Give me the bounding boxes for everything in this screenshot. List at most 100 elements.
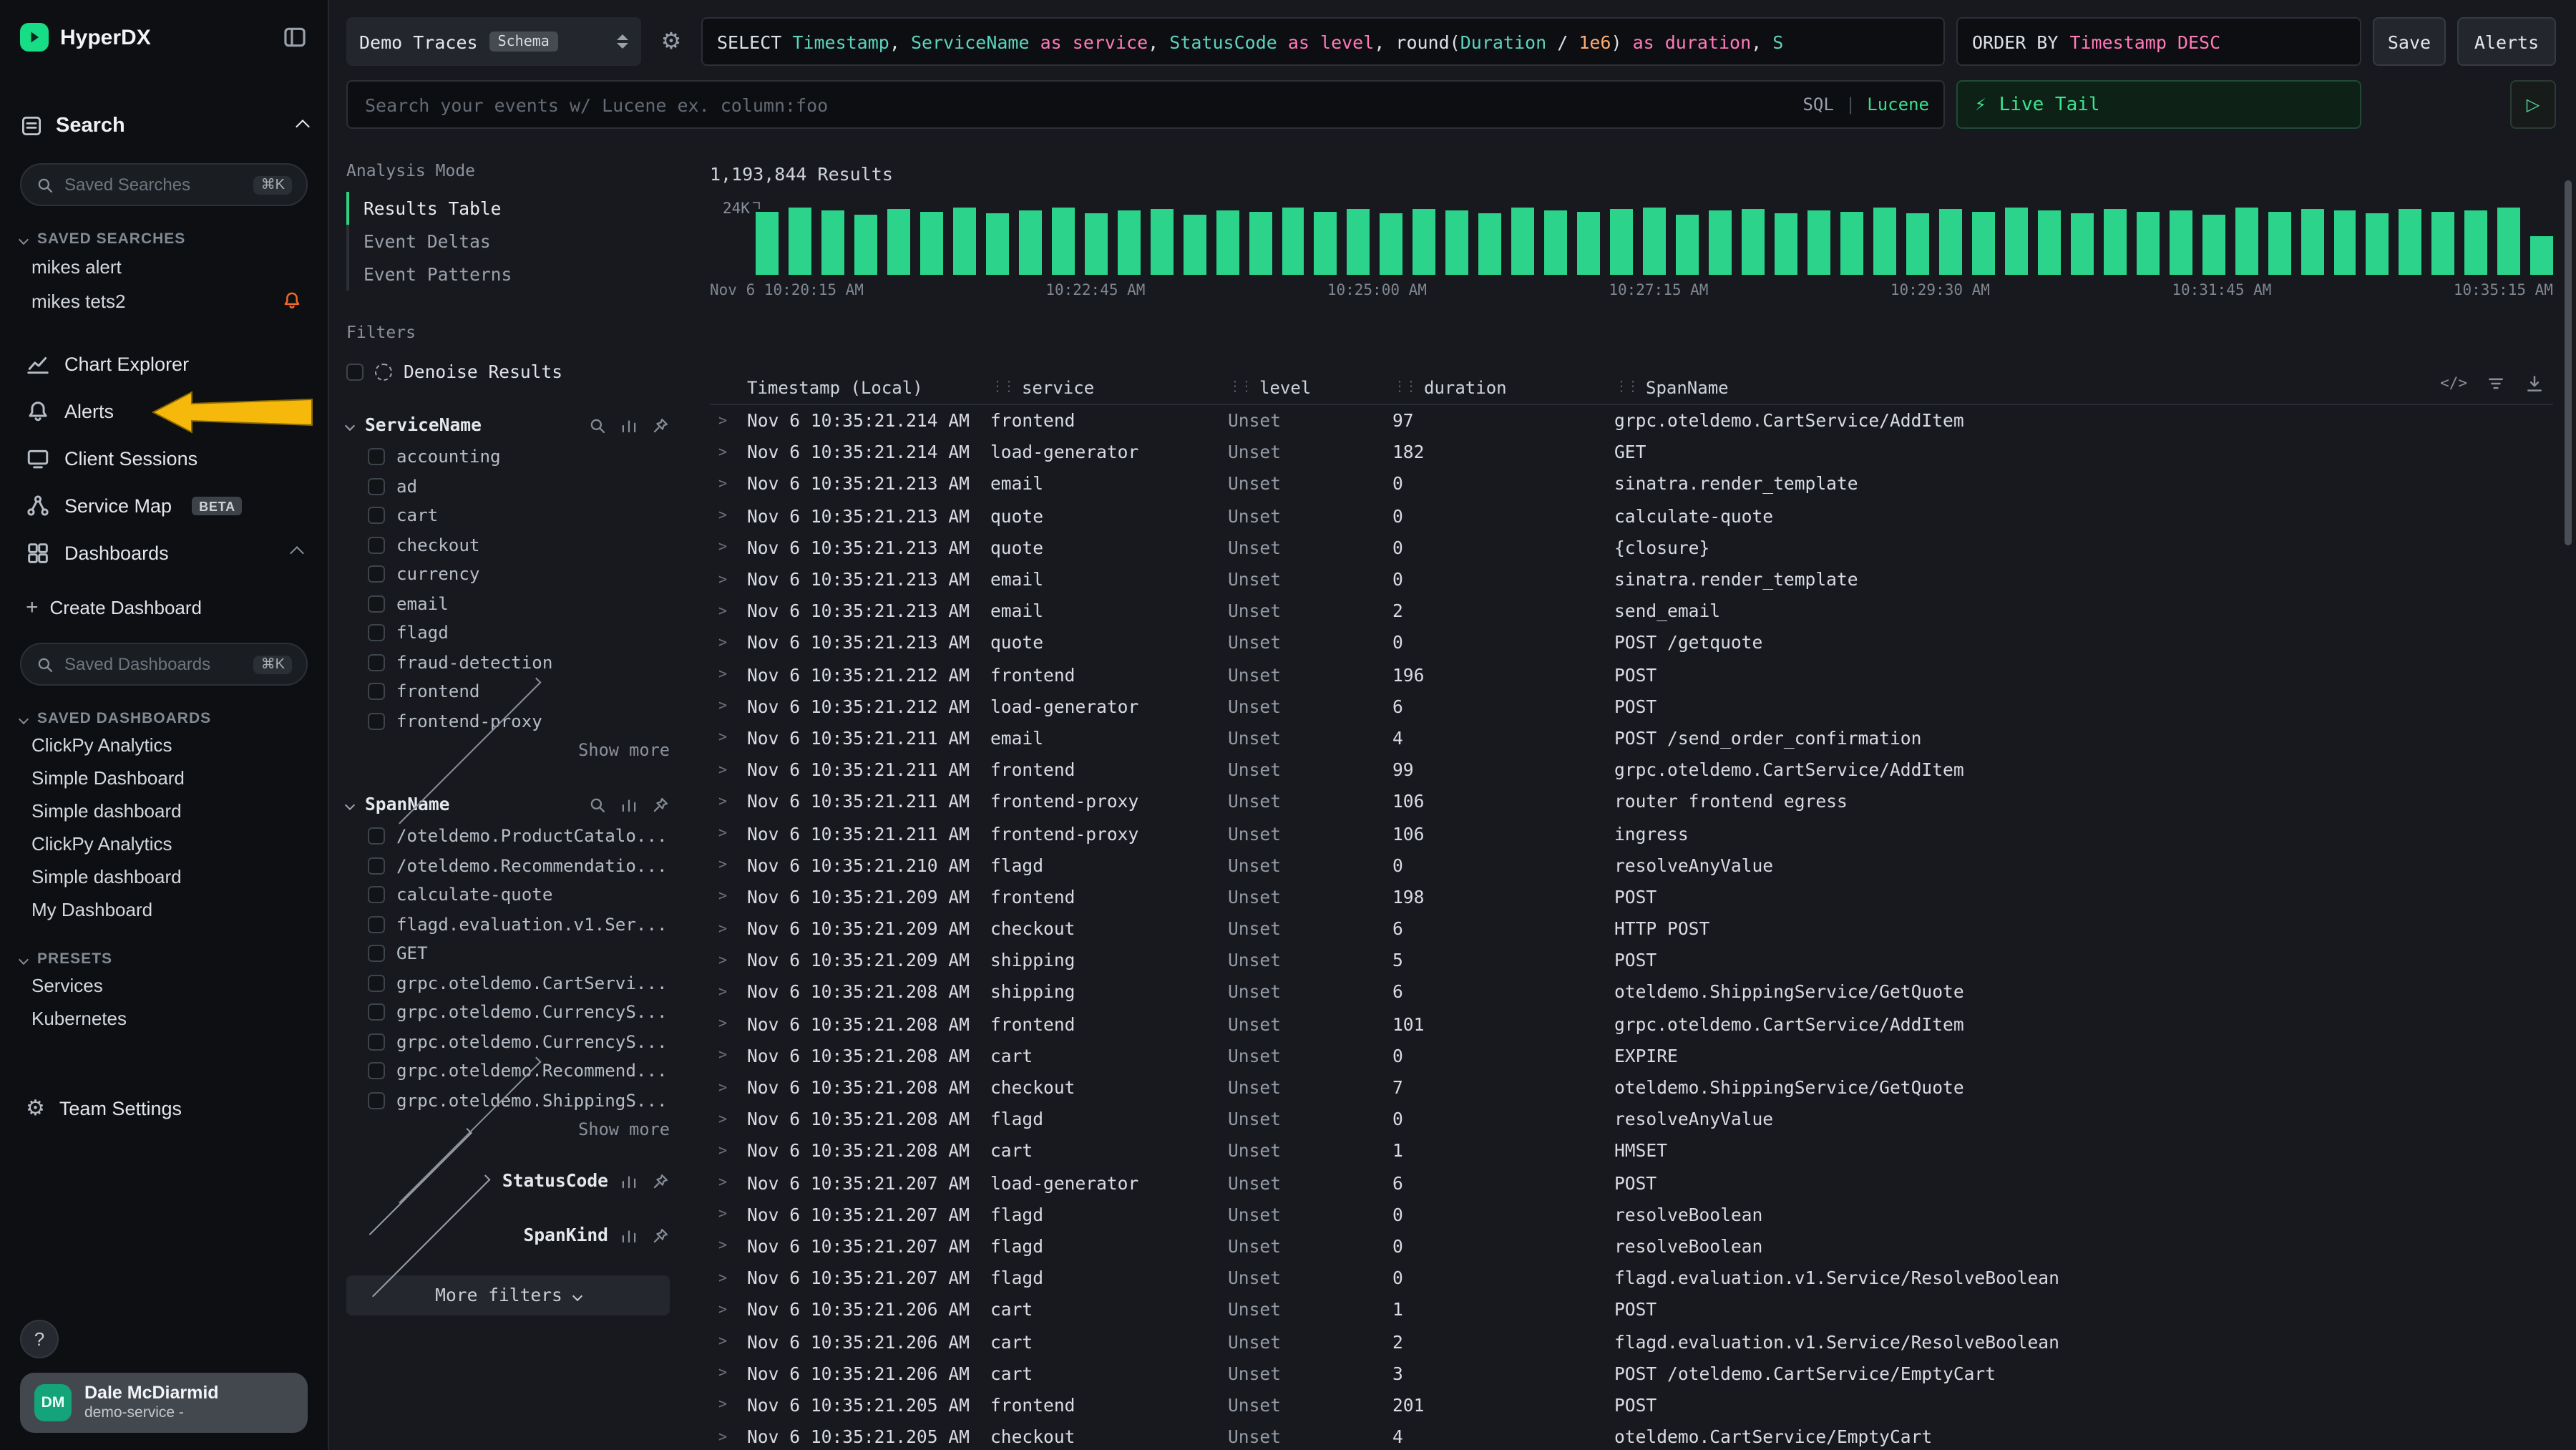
lucene-toggle[interactable]: Lucene (1867, 94, 1929, 115)
histogram-bar[interactable] (2432, 212, 2455, 275)
histogram-bar[interactable] (1249, 213, 1272, 275)
table-row[interactable]: >Nov 6 10:35:21.213 AMemailUnset2send_em… (710, 595, 2553, 627)
filter-option[interactable]: grpc.oteldemo.CartServi... (346, 968, 670, 998)
analysis-mode-results-table[interactable]: Results Table (346, 192, 670, 225)
table-row[interactable]: >Nov 6 10:35:21.208 AMflagdUnset0resolve… (710, 1104, 2553, 1135)
user-menu[interactable]: DM Dale McDiarmid demo-service - (20, 1373, 308, 1433)
histogram-bar[interactable] (953, 208, 976, 275)
filter-group-header[interactable]: ServiceName (346, 408, 670, 442)
filter-option[interactable]: calculate-quote (346, 880, 670, 910)
order-by-input[interactable]: ORDER BY Timestamp DESC (1956, 17, 2361, 66)
table-row[interactable]: >Nov 6 10:35:21.209 AMcheckoutUnset6HTTP… (710, 913, 2553, 945)
histogram-bar[interactable] (986, 213, 1009, 275)
chart-icon[interactable] (620, 1226, 638, 1245)
histogram-bar[interactable] (2005, 208, 2028, 275)
table-row[interactable]: >Nov 6 10:35:21.207 AMflagdUnset0resolve… (710, 1199, 2553, 1230)
table-row[interactable]: >Nov 6 10:35:21.213 AMquoteUnset0POST /g… (710, 628, 2553, 659)
analysis-mode-event-patterns[interactable]: Event Patterns (346, 258, 670, 291)
expand-chevron[interactable]: > (710, 636, 747, 651)
table-row[interactable]: >Nov 6 10:35:21.214 AMfrontendUnset97grp… (710, 405, 2553, 437)
table-row[interactable]: >Nov 6 10:35:21.205 AMcheckoutUnset4otel… (710, 1421, 2553, 1450)
checkbox[interactable] (368, 654, 385, 671)
histogram-bar[interactable] (1643, 208, 1666, 275)
sidebar-item-client-sessions[interactable]: Client Sessions (20, 435, 308, 482)
expand-chevron[interactable]: > (710, 1207, 747, 1223)
pin-icon[interactable] (651, 1172, 670, 1190)
histogram-bar[interactable] (1906, 213, 1929, 275)
source-select[interactable]: Demo Traces Schema (346, 17, 641, 66)
table-row[interactable]: >Nov 6 10:35:21.213 AMemailUnset0sinatra… (710, 469, 2553, 500)
presets-group-header[interactable]: PRESETS (20, 949, 308, 969)
pin-icon[interactable] (651, 1226, 670, 1245)
column-header-service[interactable]: ⋮⋮service (990, 377, 1228, 397)
histogram-bar[interactable] (1084, 213, 1107, 275)
sidebar-item-service-map[interactable]: Service MapBETA (20, 482, 308, 530)
dashboard-item[interactable]: Simple dashboard (20, 860, 308, 893)
histogram-bar[interactable] (2268, 213, 2290, 275)
histogram-bar[interactable] (2136, 212, 2159, 275)
histogram-bar[interactable] (2531, 236, 2554, 276)
filter-option[interactable]: /oteldemo.ProductCatalo... (346, 822, 670, 851)
alerts-button[interactable]: Alerts (2457, 17, 2556, 66)
histogram-bar[interactable] (1577, 213, 1600, 275)
table-row[interactable]: >Nov 6 10:35:21.211 AMfrontend-proxyUnse… (710, 787, 2553, 818)
table-row[interactable]: >Nov 6 10:35:21.207 AMload-generatorUnse… (710, 1167, 2553, 1199)
expand-chevron[interactable]: > (710, 1366, 747, 1381)
sidebar-item-alerts[interactable]: Alerts (20, 388, 308, 435)
table-row[interactable]: >Nov 6 10:35:21.206 AMcartUnset1POST (710, 1295, 2553, 1326)
column-header-timestamp-local-[interactable]: Timestamp (Local) (747, 377, 990, 397)
checkbox[interactable] (368, 595, 385, 613)
table-row[interactable]: >Nov 6 10:35:21.206 AMcartUnset3POST /ot… (710, 1358, 2553, 1389)
save-button[interactable]: Save (2373, 17, 2446, 66)
filter-option[interactable]: grpc.oteldemo.Recommend... (346, 1056, 670, 1086)
expand-chevron[interactable]: > (710, 1334, 747, 1350)
expand-chevron[interactable]: > (710, 731, 747, 746)
filter-option[interactable]: ad (346, 472, 670, 501)
saved-search-item[interactable]: mikes tets2 (20, 283, 308, 318)
histogram-bar[interactable] (2071, 213, 2094, 275)
histogram-bar[interactable] (1117, 211, 1140, 275)
checkbox[interactable] (368, 478, 385, 495)
checkbox[interactable] (368, 1063, 385, 1080)
column-header-duration[interactable]: ⋮⋮duration (1392, 377, 1614, 397)
checkbox[interactable] (346, 364, 364, 381)
dashboard-item[interactable]: My Dashboard (20, 893, 308, 926)
help-button[interactable]: ? (20, 1320, 59, 1358)
dashboard-item[interactable]: ClickPy Analytics (20, 729, 308, 762)
histogram-bar[interactable] (1840, 212, 1863, 275)
histogram-bar[interactable] (1676, 214, 1699, 275)
histogram-bar[interactable] (2202, 214, 2225, 275)
code-view-icon[interactable]: </> (2440, 375, 2467, 392)
checkbox[interactable] (368, 975, 385, 992)
histogram-bar[interactable] (1446, 211, 1469, 275)
histogram-bar[interactable] (2038, 211, 2061, 275)
filter-option[interactable]: flagd.evaluation.v1.Ser... (346, 910, 670, 939)
table-row[interactable]: >Nov 6 10:35:21.211 AMemailUnset4POST /s… (710, 723, 2553, 754)
filter-option[interactable]: grpc.oteldemo.CurrencyS... (346, 998, 670, 1027)
table-row[interactable]: >Nov 6 10:35:21.208 AMshippingUnset6otel… (710, 977, 2553, 1008)
histogram-bar[interactable] (1282, 208, 1304, 275)
chart-icon[interactable] (620, 795, 638, 814)
table-row[interactable]: >Nov 6 10:35:21.205 AMfrontendUnset201PO… (710, 1390, 2553, 1421)
histogram-bar[interactable] (2235, 208, 2258, 275)
expand-chevron[interactable]: > (710, 857, 747, 873)
sql-select-input[interactable]: SELECT Timestamp, ServiceName as service… (701, 17, 1945, 66)
expand-chevron[interactable]: > (710, 794, 747, 810)
run-query-button[interactable]: ▷ (2510, 80, 2556, 129)
filter-option[interactable]: flagd (346, 618, 670, 648)
sql-toggle[interactable]: SQL (1802, 94, 1833, 115)
search-icon[interactable] (588, 795, 607, 814)
show-more[interactable]: Show more (346, 736, 670, 764)
histogram-bar[interactable] (1873, 208, 1896, 275)
saved-search-item[interactable]: mikes alert (20, 249, 308, 283)
filter-option[interactable]: cart (346, 501, 670, 530)
dashboard-item[interactable]: Simple Dashboard (20, 762, 308, 794)
histogram-bar[interactable] (1216, 210, 1239, 275)
sidebar-item-chart-explorer[interactable]: Chart Explorer (20, 341, 308, 388)
table-row[interactable]: >Nov 6 10:35:21.214 AMload-generatorUnse… (710, 437, 2553, 468)
table-row[interactable]: >Nov 6 10:35:21.207 AMflagdUnset0flagd.e… (710, 1262, 2553, 1294)
table-row[interactable]: >Nov 6 10:35:21.209 AMshippingUnset5POST (710, 945, 2553, 976)
histogram-bar[interactable] (1709, 211, 1732, 275)
histogram-bar[interactable] (2169, 210, 2192, 275)
checkbox[interactable] (368, 683, 385, 701)
